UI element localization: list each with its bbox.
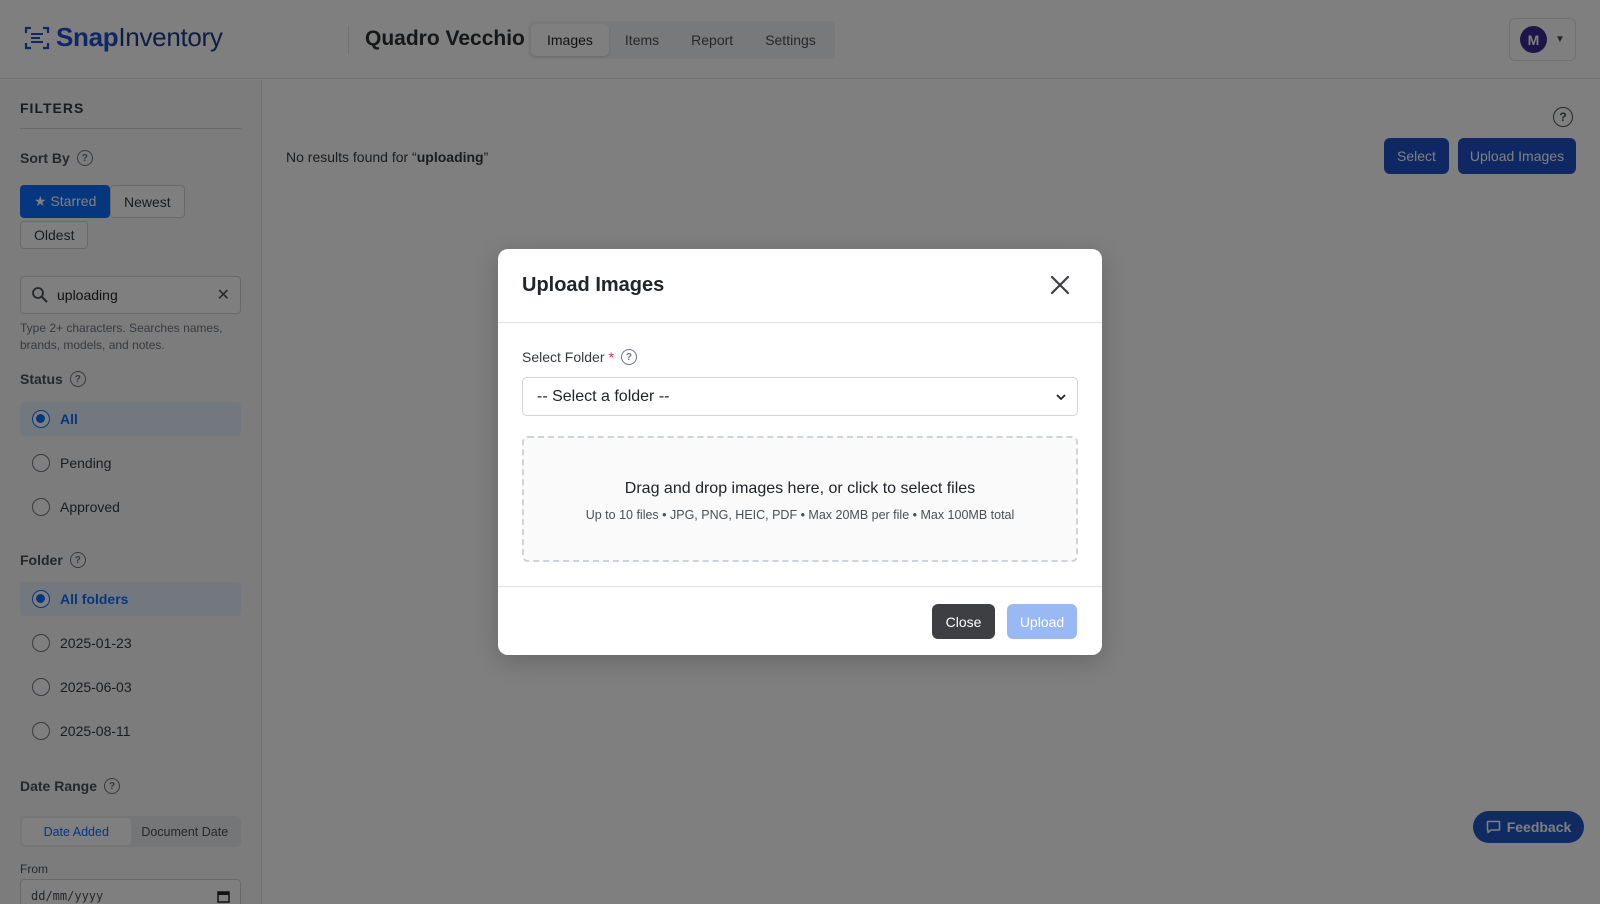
close-icon[interactable] bbox=[1049, 274, 1071, 296]
select-folder-text: Select Folder bbox=[522, 349, 605, 365]
help-icon[interactable]: ? bbox=[620, 349, 637, 365]
upload-images-modal: Upload Images Select Folder * ? -- Selec… bbox=[498, 249, 1102, 655]
file-dropzone[interactable]: Drag and drop images here, or click to s… bbox=[522, 436, 1078, 562]
modal-footer: Close Upload bbox=[498, 586, 1102, 655]
required-mark: * bbox=[608, 349, 614, 365]
select-folder-label: Select Folder * ? bbox=[522, 349, 637, 365]
dropzone-text: Drag and drop images here, or click to s… bbox=[624, 480, 976, 497]
folder-select-value: -- Select a folder -- bbox=[537, 387, 670, 405]
modal-title: Upload Images bbox=[522, 274, 665, 296]
chevron-down-icon bbox=[1056, 393, 1066, 400]
dropzone-subtext: Up to 10 files • JPG, PNG, HEIC, PDF • M… bbox=[585, 508, 1015, 522]
folder-select[interactable]: -- Select a folder -- bbox=[522, 377, 1078, 416]
modal-header: Upload Images bbox=[498, 249, 1102, 323]
close-button[interactable]: Close bbox=[932, 604, 995, 639]
upload-button[interactable]: Upload bbox=[1007, 604, 1077, 639]
